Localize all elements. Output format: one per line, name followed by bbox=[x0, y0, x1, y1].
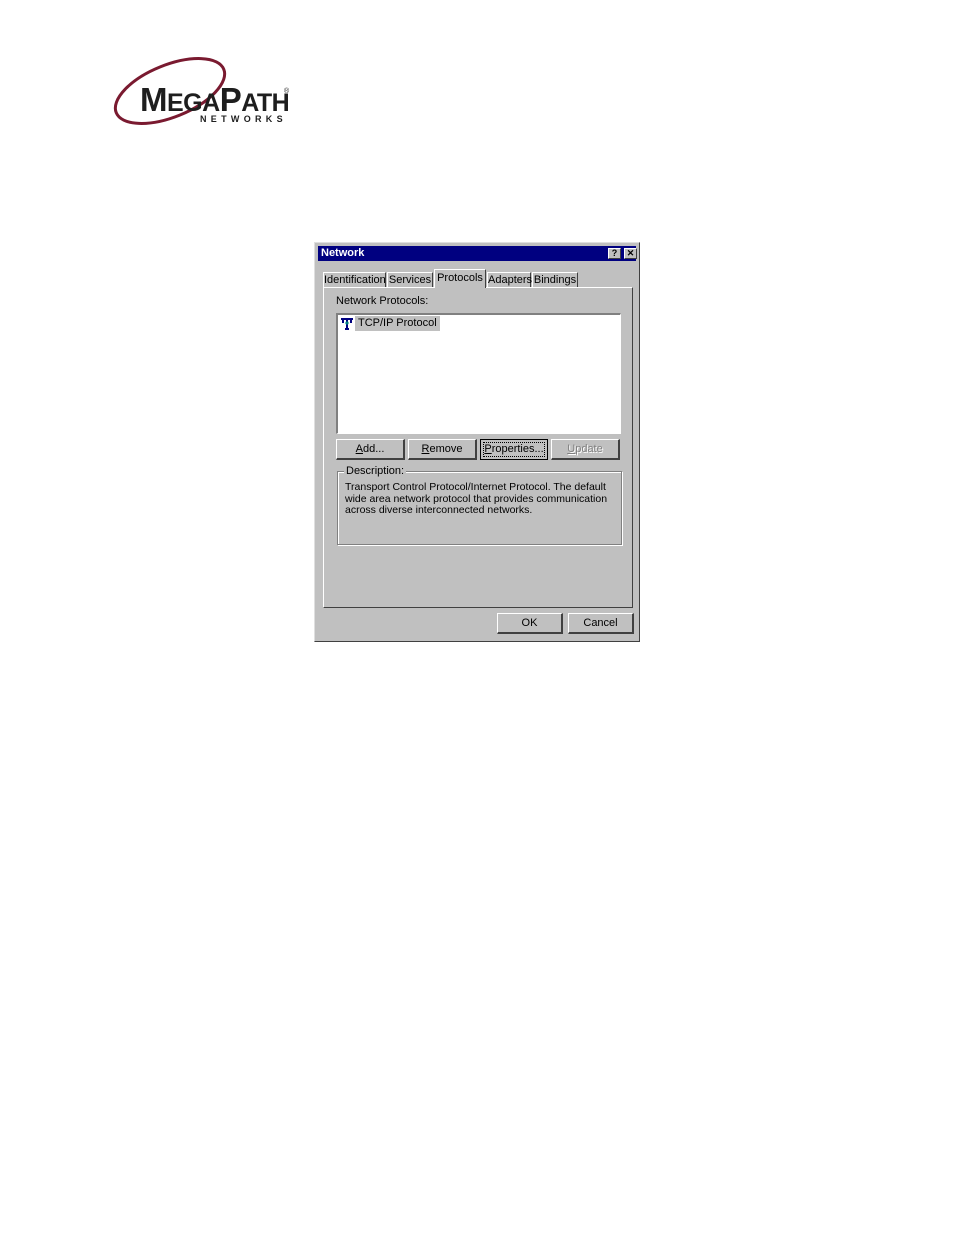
tab-protocols[interactable]: Protocols bbox=[434, 269, 486, 288]
update-button: Update bbox=[551, 439, 620, 460]
tab-adapters[interactable]: Adapters bbox=[487, 272, 532, 287]
help-button[interactable]: ? bbox=[608, 248, 621, 259]
network-protocols-label: Network Protocols: bbox=[336, 295, 429, 307]
registered-mark: ® bbox=[284, 88, 290, 95]
description-text: Transport Control Protocol/Internet Prot… bbox=[345, 481, 608, 516]
ok-button[interactable]: OK bbox=[497, 613, 563, 634]
description-group: Description: Transport Control Protocol/… bbox=[337, 465, 622, 545]
list-item-label: TCP/IP Protocol bbox=[355, 316, 440, 331]
megapath-logo: MEGAPATH ® NETWORKS bbox=[110, 55, 300, 130]
tab-bindings[interactable]: Bindings bbox=[532, 272, 578, 287]
tab-identification[interactable]: Identification bbox=[323, 272, 386, 287]
add-button[interactable]: Add... bbox=[336, 439, 405, 460]
network-protocol-icon bbox=[341, 318, 353, 330]
description-title: Description: bbox=[344, 465, 407, 477]
remove-button[interactable]: Remove bbox=[408, 439, 477, 460]
protocols-list[interactable]: TCP/IP Protocol bbox=[336, 313, 621, 434]
tab-services[interactable]: Services bbox=[387, 272, 433, 287]
cancel-button[interactable]: Cancel bbox=[568, 613, 634, 634]
properties-button[interactable]: Properties... bbox=[480, 439, 548, 460]
dialog-title: Network bbox=[321, 247, 365, 259]
network-dialog: Network ? ✕ Identification Services Prot… bbox=[314, 242, 640, 642]
title-bar[interactable]: Network ? ✕ bbox=[318, 246, 637, 261]
logo-subtitle: NETWORKS bbox=[200, 114, 287, 124]
close-button[interactable]: ✕ bbox=[624, 248, 637, 259]
